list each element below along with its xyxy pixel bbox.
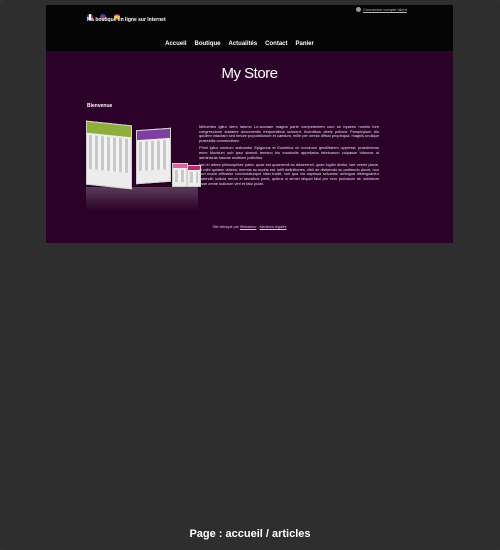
footer-prefix: Site fabriqué par	[212, 225, 239, 229]
site-tagline: Ma boutique en ligne sur Internet	[87, 17, 166, 23]
paragraph: Iam in altera philosophiae parte, quae e…	[199, 162, 379, 186]
login-label[interactable]: Connexion compte client	[363, 7, 407, 12]
language-flags	[87, 7, 123, 20]
store-logo-reflection: My Store	[219, 71, 280, 81]
nav-item-boutique[interactable]: Boutique	[194, 41, 220, 51]
screenshot-thumb	[86, 120, 132, 190]
nav-item-contact[interactable]: Contact	[265, 41, 287, 51]
top-bar: Ma boutique en ligne sur Internet Connex…	[46, 5, 453, 51]
footer-separator: -	[257, 225, 259, 229]
page-caption: Page : accueil / articles	[189, 528, 311, 540]
store-screenshots-image	[86, 117, 201, 213]
paragraph: Primi igitur omnium statuuntur Epigonus …	[199, 145, 379, 160]
footer-link-maker[interactable]: Webadeur	[240, 225, 257, 229]
nav-item-actualites[interactable]: Actualités	[228, 41, 257, 51]
main-nav: Accueil Boutique Actualités Contact Pani…	[46, 41, 453, 51]
welcome-text: Meluertes igitur idem latomo Le.aconam m…	[199, 124, 379, 189]
user-icon	[356, 7, 361, 12]
login-link[interactable]: Connexion compte client	[356, 7, 407, 12]
website-preview: Ma boutique en ligne sur Internet Connex…	[46, 5, 453, 243]
site-footer: Site fabriqué par Webadeur - Mentions lé…	[46, 225, 453, 229]
footer-link-legal[interactable]: Mentions légales	[260, 225, 287, 229]
nav-item-panier[interactable]: Panier	[296, 41, 314, 51]
screenshot-thumb	[136, 127, 171, 185]
screenshot-thumb	[172, 163, 188, 187]
nav-item-accueil[interactable]: Accueil	[165, 41, 186, 51]
welcome-heading: Bienvenue	[87, 103, 113, 109]
paragraph: Meluertes igitur idem latomo Le.aconam m…	[199, 124, 379, 143]
screenshot-reflection	[86, 187, 198, 211]
